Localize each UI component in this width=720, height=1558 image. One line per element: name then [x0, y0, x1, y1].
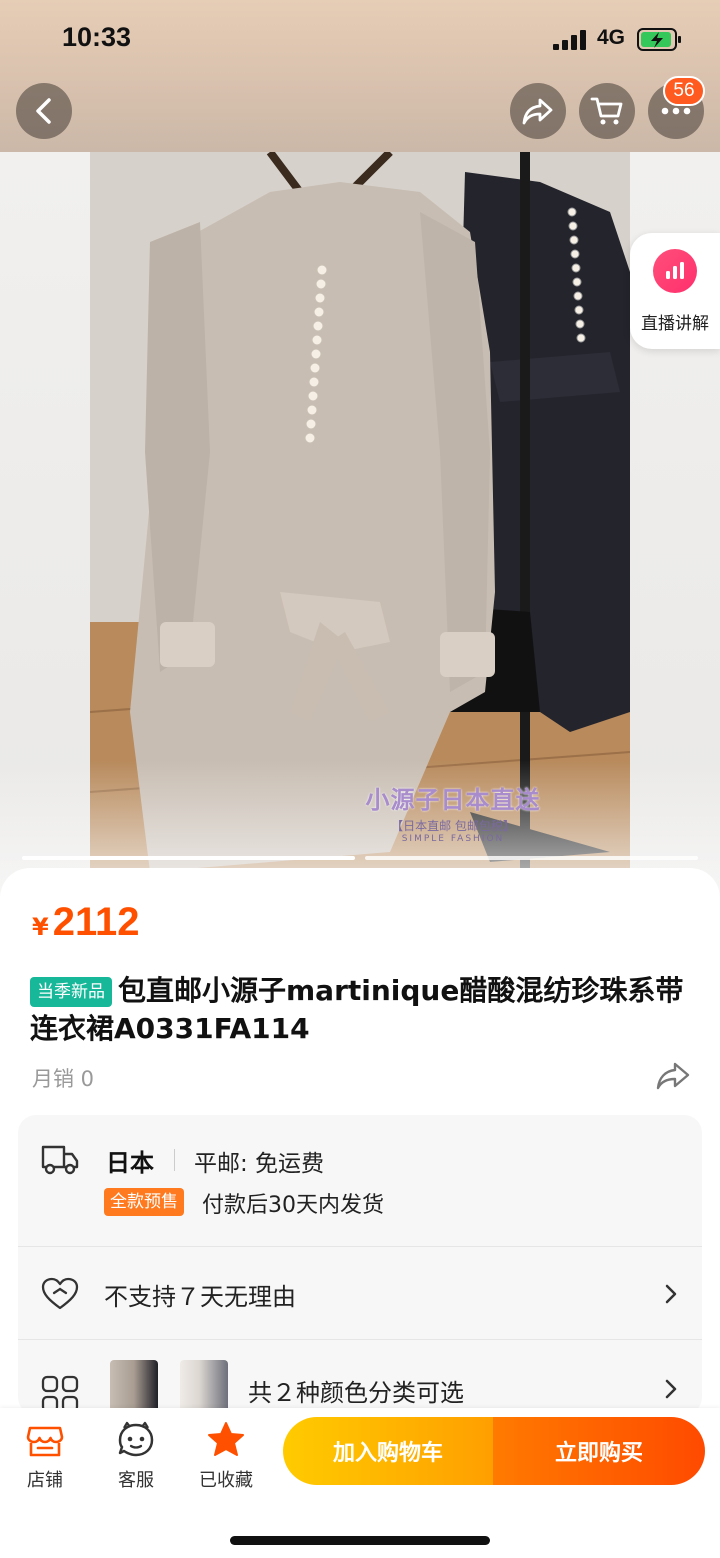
chevron-left-icon — [36, 98, 51, 124]
add-to-cart-button[interactable]: 加入购物车 — [283, 1417, 493, 1485]
watermark-sub: 【日本直邮 包邮包税】 — [391, 819, 515, 833]
image-watermark: 小源子日本直送 【日本直邮 包邮包税】 SIMPLE FASHION — [338, 780, 568, 844]
sku-thumbnail-1[interactable] — [110, 1360, 158, 1415]
cart-icon — [590, 97, 623, 125]
live-label: 直播讲解 — [641, 314, 709, 334]
status-time: 10:33 — [62, 22, 132, 52]
star-icon — [208, 1422, 244, 1456]
monthly-sales: 月销 0 — [32, 1067, 95, 1091]
store-label: 店铺 — [27, 1470, 63, 1491]
live-icon — [653, 249, 697, 293]
price: ¥ 2112 — [32, 900, 139, 945]
divider — [174, 1149, 175, 1171]
sku-selector-row[interactable]: 共２种颜色分类可选 — [18, 1340, 702, 1415]
buy-now-button[interactable]: 立即购买 — [493, 1417, 705, 1485]
shipping-row[interactable]: 日本 平邮: 免运费 全款预售 付款后30天内发货 — [18, 1115, 702, 1247]
ship-time: 付款后30天内发货 — [202, 1193, 384, 1218]
network-type: 4G — [597, 26, 626, 49]
status-bar: 10:33 4G — [0, 0, 720, 78]
heart-shield-icon — [41, 1277, 79, 1310]
store-button[interactable]: 店铺 — [5, 1420, 85, 1492]
watermark-sub2: SIMPLE FASHION — [401, 834, 505, 844]
service-label: 客服 — [118, 1470, 154, 1491]
more-dots-icon — [661, 107, 691, 115]
store-icon — [26, 1426, 64, 1457]
carousel-indicator-2[interactable] — [365, 856, 698, 860]
chat-face-icon — [118, 1421, 154, 1457]
battery-icon — [637, 28, 681, 51]
message-count-badge: 56 — [663, 76, 705, 106]
price-value: 2112 — [52, 900, 140, 944]
presale-tag: 全款预售 — [104, 1188, 184, 1216]
service-info-panel: 日本 平邮: 免运费 全款预售 付款后30天内发货 不支持７天无理由 共２种颜色… — [18, 1115, 702, 1415]
carousel-indicator-1[interactable] — [22, 856, 355, 860]
sku-count-label: 共２种颜色分类可选 — [248, 1379, 464, 1407]
return-policy-label: 不支持７天无理由 — [104, 1283, 296, 1311]
product-title-text: 包直邮小源子martinique醋酸混纺珍珠系带连衣裙A0331FA114 — [30, 974, 684, 1045]
ship-origin: 日本 — [106, 1149, 154, 1177]
bottom-action-bar: 店铺 客服 已收藏 加入购物车 立即购买 — [0, 1408, 720, 1558]
share-button[interactable] — [510, 83, 566, 139]
ship-method: 平邮: 免运费 — [194, 1151, 325, 1177]
share-icon[interactable] — [655, 1060, 691, 1092]
cart-button[interactable] — [579, 83, 635, 139]
new-season-tag: 当季新品 — [30, 977, 112, 1007]
currency-symbol: ¥ — [32, 913, 49, 941]
customer-service-button[interactable]: 客服 — [96, 1420, 176, 1492]
chevron-right-icon — [665, 1379, 677, 1399]
chevron-right-icon — [665, 1284, 677, 1304]
product-title[interactable]: 当季新品 包直邮小源子martinique醋酸混纺珍珠系带连衣裙A0331FA11… — [30, 972, 690, 1048]
signal-icon — [553, 30, 586, 50]
return-policy-row[interactable]: 不支持７天无理由 — [18, 1247, 702, 1339]
back-button[interactable] — [16, 83, 72, 139]
live-explain-button[interactable]: 直播讲解 — [630, 233, 720, 349]
sku-thumbnail-2[interactable] — [180, 1360, 228, 1415]
favorite-button[interactable]: 已收藏 — [186, 1420, 266, 1492]
watermark-main: 小源子日本直送 — [365, 786, 541, 814]
truck-icon — [41, 1145, 79, 1175]
home-indicator[interactable] — [230, 1536, 490, 1545]
share-icon — [522, 98, 553, 125]
favorite-label: 已收藏 — [199, 1470, 253, 1491]
